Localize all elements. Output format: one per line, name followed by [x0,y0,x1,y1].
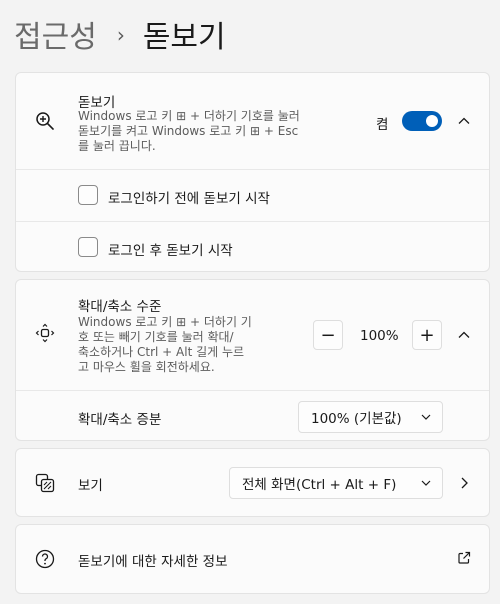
chevron-down-icon [421,480,431,486]
chevron-up-icon[interactable] [456,113,472,129]
checkbox-start-before-signin[interactable] [78,185,98,205]
external-link-icon[interactable] [456,550,472,566]
zoom-in-button[interactable]: + [412,320,442,350]
magnifier-title: 돋보기 [78,95,116,111]
checkbox-start-after-signin[interactable] [78,237,98,257]
zoom-card: 확대/축소 수준 Windows 로고 키 ⊞ + 더하기 기 호 또는 빼기 … [15,279,490,441]
toggle-knob [426,115,438,127]
zoom-level-row: 확대/축소 수준 Windows 로고 키 ⊞ + 더하기 기 호 또는 빼기 … [16,280,489,390]
breadcrumb-parent-accessibility[interactable]: 접근성 [14,12,97,56]
option-label-before-signin: 로그인하기 전에 돋보기 시작 [108,191,270,207]
chevron-down-icon [421,414,431,420]
view-card[interactable]: 보기 전체 화면(Ctrl + Alt + F) [15,448,490,517]
zoom-increment-value: 100% (기본값) [311,411,402,427]
page-title: 돋보기 [142,20,226,55]
view-row[interactable]: 보기 전체 화면(Ctrl + Alt + F) [16,449,489,516]
magnifier-card: 돋보기 Windows 로고 키 ⊞ + 더하기 기호를 눌러 돋보기를 켜고 … [15,72,490,272]
magnifier-toggle-state-label: 켬 [376,117,389,133]
zoom-level-description: Windows 로고 키 ⊞ + 더하기 기 호 또는 빼기 기호를 눌러 확대… [78,315,252,375]
zoom-out-button[interactable]: − [313,320,343,350]
option-row-before-signin[interactable]: 로그인하기 전에 돋보기 시작 [16,169,489,221]
chevron-up-icon[interactable] [456,327,472,343]
view-label: 보기 [78,478,103,494]
zoom-level-value: 100% [360,328,399,344]
zoom-level-title: 확대/축소 수준 [78,299,162,315]
zoom-description-line: Windows 로고 키 ⊞ + 더하기 기 [78,315,252,329]
magnifier-description-line: 를 눌러 끕니다. [78,139,156,153]
zoom-move-icon [34,322,56,344]
option-label-after-signin: 로그인 후 돋보기 시작 [108,243,233,259]
magnifier-plus-icon [34,110,56,132]
help-link-label: 돋보기에 대한 자세한 정보 [78,554,228,570]
breadcrumb: 접근성 › 돋보기 [14,12,226,56]
option-row-after-signin[interactable]: 로그인 후 돋보기 시작 [16,221,489,271]
view-mode-icon [34,472,56,494]
view-mode-value: 전체 화면(Ctrl + Alt + F) [242,477,397,493]
magnifier-description-line: Windows 로고 키 ⊞ + 더하기 기호를 눌러 [78,109,300,123]
magnifier-toggle-switch[interactable] [402,111,442,131]
magnifier-description: Windows 로고 키 ⊞ + 더하기 기호를 눌러 돋보기를 켜고 Wind… [78,109,300,154]
help-row[interactable]: 돋보기에 대한 자세한 정보 [16,525,489,593]
magnifier-toggle-row[interactable]: 돋보기 Windows 로고 키 ⊞ + 더하기 기호를 눌러 돋보기를 켜고 … [16,73,489,169]
question-icon [34,548,56,570]
zoom-description-line: 축소하거나 Ctrl + Alt 길게 누르 [78,345,245,359]
help-card[interactable]: 돋보기에 대한 자세한 정보 [15,524,490,594]
breadcrumb-separator-icon: › [116,23,125,47]
view-mode-dropdown[interactable]: 전체 화면(Ctrl + Alt + F) [229,467,443,499]
zoom-increment-label: 확대/축소 증분 [78,412,162,428]
zoom-description-line: 고 마우스 휠을 회전하세요. [78,360,215,374]
chevron-right-icon[interactable] [456,475,472,491]
zoom-description-line: 호 또는 빼기 기호를 눌러 확대/ [78,330,234,344]
zoom-increment-row: 확대/축소 증분 100% (기본값) [16,390,489,440]
magnifier-description-line: 돋보기를 켜고 Windows 로고 키 ⊞ + Esc [78,124,299,138]
zoom-increment-dropdown[interactable]: 100% (기본값) [298,401,443,433]
